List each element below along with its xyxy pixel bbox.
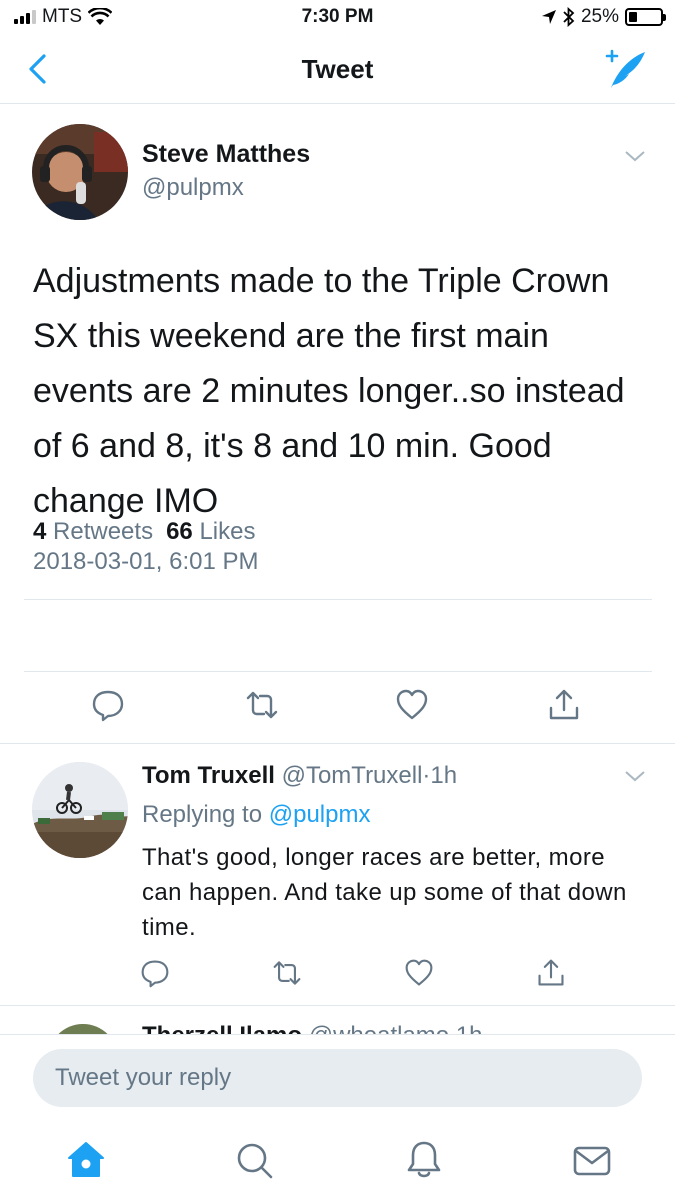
compose-tweet-icon[interactable] — [601, 48, 647, 90]
battery-icon — [625, 8, 666, 26]
retweet-icon[interactable] — [272, 958, 302, 988]
status-bar: MTS 7:30 PM 25% — [0, 0, 675, 36]
likes-count: 66 — [166, 518, 193, 545]
share-icon[interactable] — [536, 958, 566, 988]
likes-stat[interactable]: 66 Likes — [166, 518, 255, 546]
reply-text: That's good, longer races are better, mo… — [142, 844, 627, 941]
share-icon[interactable] — [547, 688, 581, 722]
tweet-text: Adjustments made to the Triple Crown SX … — [33, 262, 625, 520]
reply-icon[interactable] — [91, 688, 125, 722]
nav-bar: Tweet — [0, 36, 675, 104]
retweets-stat[interactable]: 4 Retweets — [33, 518, 153, 546]
reply-author-handle[interactable]: @TomTruxell — [282, 762, 423, 789]
next-reply-avatar[interactable] — [48, 1024, 118, 1034]
like-heart-icon[interactable] — [395, 688, 429, 722]
replying-handle-link[interactable]: @pulpmx — [269, 801, 371, 828]
divider — [24, 599, 652, 600]
status-right: 25% — [541, 6, 666, 28]
chevron-down-icon[interactable] — [623, 148, 647, 164]
tab-bar — [0, 1122, 675, 1200]
replying-prefix: Replying to — [142, 801, 263, 828]
retweet-icon[interactable] — [245, 688, 279, 722]
likes-label: Likes — [199, 518, 256, 545]
avatar[interactable] — [32, 124, 128, 220]
reply-header: Tom Truxell @TomTruxell·1h — [142, 762, 457, 790]
chevron-down-icon[interactable] — [623, 768, 647, 784]
retweets-count: 4 — [33, 518, 47, 545]
next-reply-partial: Therzell Ilamo @wheatlamo 1h — [0, 1006, 675, 1034]
reply-icon[interactable] — [140, 958, 170, 988]
next-reply-header: Therzell Ilamo @wheatlamo 1h — [142, 1022, 483, 1034]
next-reply-author-name[interactable]: Therzell Ilamo — [142, 1022, 302, 1034]
reply-author-name[interactable]: Tom Truxell — [142, 762, 275, 789]
battery-fill — [629, 12, 637, 22]
tweet-stats: 4 Retweets 66 Likes — [33, 518, 255, 546]
author-name[interactable]: Steve Matthes — [142, 140, 310, 169]
author-handle[interactable]: @pulpmx — [142, 174, 244, 202]
bluetooth-icon — [563, 7, 575, 27]
search-icon[interactable] — [234, 1140, 274, 1180]
divider — [24, 671, 652, 672]
replying-to: Replying to @pulpmx — [142, 801, 370, 829]
retweets-label: Retweets — [53, 518, 154, 545]
battery-percent: 25% — [580, 6, 619, 27]
home-icon[interactable] — [66, 1140, 106, 1180]
like-heart-icon[interactable] — [404, 958, 434, 988]
tweet-timestamp: 2018-03-01, 6:01 PM — [33, 548, 259, 575]
reply-age: 1h — [430, 762, 458, 789]
next-reply-age: 1h — [456, 1022, 483, 1034]
messages-envelope-icon[interactable] — [572, 1140, 612, 1180]
location-arrow-icon — [541, 10, 556, 24]
reply-composer — [0, 1034, 675, 1122]
tweet-actions — [0, 688, 675, 728]
reply-actions — [0, 958, 675, 998]
separator — [0, 743, 675, 744]
notifications-bell-icon[interactable] — [404, 1140, 444, 1180]
page-title: Tweet — [301, 54, 374, 84]
reply-avatar[interactable] — [32, 762, 128, 858]
reply-input[interactable] — [33, 1049, 642, 1107]
next-reply-author-handle[interactable]: @wheatlamo — [309, 1022, 449, 1034]
